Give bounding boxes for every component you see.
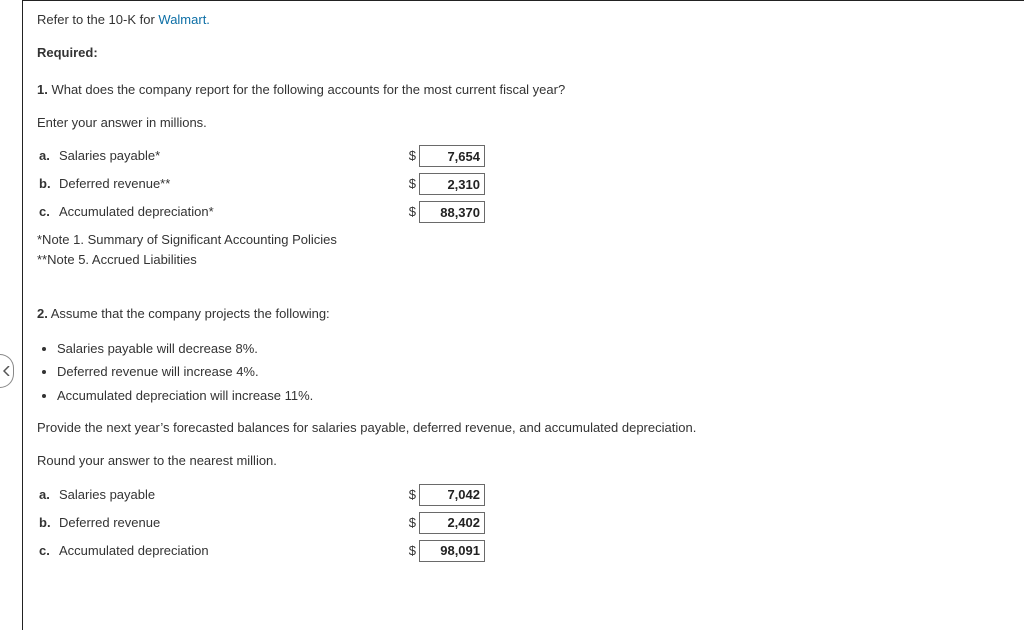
row-label: Deferred revenue** <box>59 174 404 194</box>
q2-input-depreciation[interactable] <box>419 540 485 562</box>
q2-bullets: Salaries payable will decrease 8%. Defer… <box>37 337 1010 407</box>
refer-line: Refer to the 10-K for Walmart. <box>37 10 1010 30</box>
bullet-item: Deferred revenue will increase 4%. <box>57 360 1010 383</box>
q1-row-a: a. Salaries payable* $ <box>37 142 1010 170</box>
row-label: Accumulated depreciation <box>59 541 404 561</box>
bullet-item: Salaries payable will decrease 8%. <box>57 337 1010 360</box>
q2-input-salaries[interactable] <box>419 484 485 506</box>
refer-prefix: Refer to the 10-K for <box>37 12 158 27</box>
q1-instruction: Enter your answer in millions. <box>37 113 1010 133</box>
row-letter: a. <box>37 146 59 166</box>
dollar-sign: $ <box>404 146 419 166</box>
q2-row-a: a. Salaries payable $ <box>37 481 1010 509</box>
row-letter: a. <box>37 485 59 505</box>
walmart-link[interactable]: Walmart. <box>158 12 210 27</box>
q1-text: What does the company report for the fol… <box>48 82 565 97</box>
dollar-sign: $ <box>404 174 419 194</box>
row-letter: b. <box>37 513 59 533</box>
q1-input-deferred[interactable] <box>419 173 485 195</box>
q1-number: 1. <box>37 82 48 97</box>
note-1: *Note 1. Summary of Significant Accounti… <box>37 230 1010 250</box>
note-2: **Note 5. Accrued Liabilities <box>37 250 1010 270</box>
q1-input-salaries[interactable] <box>419 145 485 167</box>
q2-input-deferred[interactable] <box>419 512 485 534</box>
dollar-sign: $ <box>404 541 419 561</box>
row-label: Deferred revenue <box>59 513 404 533</box>
row-letter: c. <box>37 202 59 222</box>
q2-round: Round your answer to the nearest million… <box>37 451 1010 471</box>
q2-number: 2. <box>37 306 48 321</box>
bullet-item: Accumulated depreciation will increase 1… <box>57 384 1010 407</box>
dollar-sign: $ <box>404 485 419 505</box>
question-content: Refer to the 10-K for Walmart. Required:… <box>22 0 1024 630</box>
q2-provide: Provide the next year’s forecasted balan… <box>37 418 1010 438</box>
q1-notes: *Note 1. Summary of Significant Accounti… <box>37 230 1010 270</box>
q1-prompt: 1. What does the company report for the … <box>37 80 1010 100</box>
required-heading: Required: <box>37 43 1010 63</box>
row-letter: b. <box>37 174 59 194</box>
row-letter: c. <box>37 541 59 561</box>
row-label: Salaries payable* <box>59 146 404 166</box>
q1-input-depreciation[interactable] <box>419 201 485 223</box>
q1-row-b: b. Deferred revenue** $ <box>37 170 1010 198</box>
q2-text: Assume that the company projects the fol… <box>48 306 330 321</box>
row-label: Salaries payable <box>59 485 404 505</box>
dollar-sign: $ <box>404 202 419 222</box>
dollar-sign: $ <box>404 513 419 533</box>
collapse-panel-button[interactable] <box>0 354 14 388</box>
q2-row-c: c. Accumulated depreciation $ <box>37 537 1010 565</box>
q1-row-c: c. Accumulated depreciation* $ <box>37 198 1010 226</box>
chevron-left-icon <box>3 364 10 379</box>
row-label: Accumulated depreciation* <box>59 202 404 222</box>
q2-prompt: 2. Assume that the company projects the … <box>37 304 1010 324</box>
q2-row-b: b. Deferred revenue $ <box>37 509 1010 537</box>
